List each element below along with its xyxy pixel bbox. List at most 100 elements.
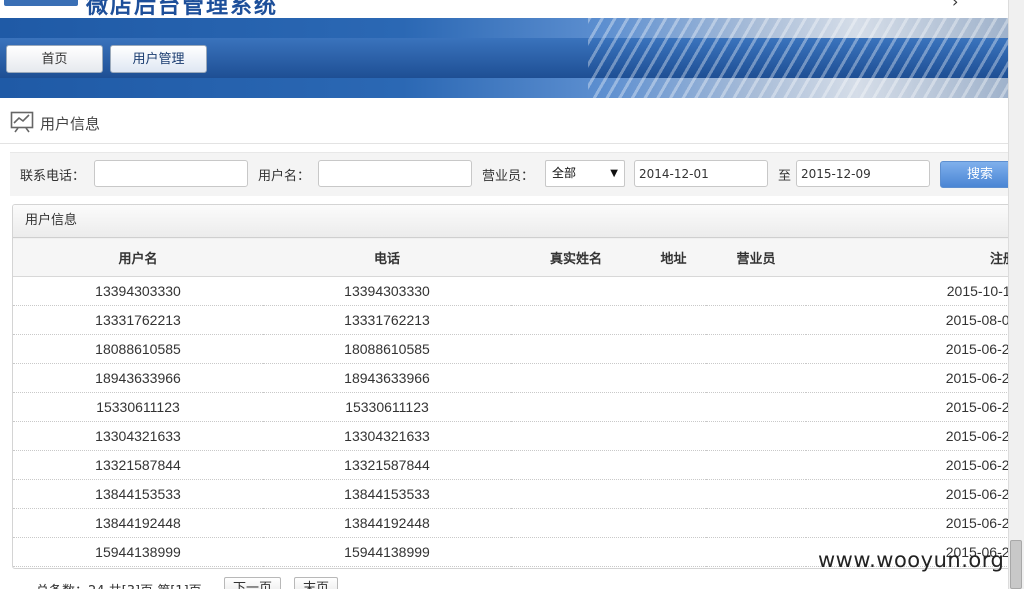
cell-phone: 18088610585	[263, 334, 511, 364]
table-row[interactable]: 1808861058518088610585 2015-06-29 1	[13, 334, 1015, 364]
user-table: 用户名 电话 真实姓名 地址 营业员 注册时 13394303330133943…	[13, 238, 1015, 567]
cell-real-name	[511, 450, 641, 480]
date-to-input[interactable]	[796, 160, 930, 187]
cell-username: 18088610585	[13, 334, 263, 364]
cell-real-name	[511, 508, 641, 538]
cell-phone: 15944138999	[263, 537, 511, 567]
dropdown-caret-icon: ▼	[610, 168, 618, 179]
cell-salesperson	[706, 276, 806, 306]
cell-phone: 15330611123	[263, 392, 511, 422]
cell-address	[641, 479, 706, 509]
page-scrollbar[interactable]	[1008, 0, 1024, 589]
cell-real-name	[511, 421, 641, 451]
cell-phone: 13304321633	[263, 421, 511, 451]
cell-registered: 2015-06-25 1	[806, 421, 1015, 451]
user-menu-icon[interactable]: ›	[952, 0, 958, 11]
column-header-username[interactable]: 用户名	[13, 238, 263, 277]
nav-tab-home[interactable]: 首页	[6, 45, 103, 73]
cell-address	[641, 392, 706, 422]
salesperson-select[interactable]: 全部 ▼	[545, 160, 625, 187]
last-page-button[interactable]: 末页	[294, 577, 339, 589]
cell-username: 13331762213	[13, 305, 263, 335]
cell-registered: 2015-06-25 1	[806, 392, 1015, 422]
logo-icon	[4, 0, 78, 6]
cell-salesperson	[706, 392, 806, 422]
date-range-separator: 至	[778, 169, 792, 184]
cell-salesperson	[706, 305, 806, 335]
cell-registered: 2015-06-29 1	[806, 334, 1015, 364]
watermark-text: www.wooyun.org	[818, 548, 1005, 572]
table-header-row: 用户名 电话 真实姓名 地址 营业员 注册时	[13, 238, 1015, 277]
date-from-input[interactable]	[634, 160, 768, 187]
cell-username: 15330611123	[13, 392, 263, 422]
cell-address	[641, 305, 706, 335]
cell-username: 15944138999	[13, 537, 263, 567]
cell-real-name	[511, 363, 641, 393]
phone-filter-label: 联系电话：	[20, 169, 86, 184]
section-header	[0, 98, 1008, 144]
cell-address	[641, 450, 706, 480]
next-page-button[interactable]: 下一页	[224, 577, 282, 589]
cell-username: 18943633966	[13, 363, 263, 393]
table-row[interactable]: 1339430333013394303330 2015-10-11 0	[13, 276, 1015, 306]
table-row[interactable]: 1384419244813844192448 2015-06-22 1	[13, 508, 1015, 538]
scrollbar-thumb[interactable]	[1010, 540, 1022, 589]
cell-registered: 2015-06-22 1	[806, 508, 1015, 538]
cell-registered: 2015-10-11 0	[806, 276, 1015, 306]
username-filter-input[interactable]	[318, 160, 472, 187]
cell-salesperson	[706, 334, 806, 364]
username-filter-label: 用户名：	[258, 169, 311, 184]
table-row[interactable]: 1333176221313331762213 2015-08-05 1	[13, 305, 1015, 335]
cell-phone: 13844153533	[263, 479, 511, 509]
cell-address	[641, 334, 706, 364]
column-header-real-name[interactable]: 真实姓名	[511, 238, 641, 277]
cell-phone: 13394303330	[263, 276, 511, 306]
cell-real-name	[511, 305, 641, 335]
cell-real-name	[511, 334, 641, 364]
table-row[interactable]: 1894363396618943633966 2015-06-29 0	[13, 363, 1015, 393]
cell-phone: 13331762213	[263, 305, 511, 335]
column-header-salesperson[interactable]: 营业员	[706, 238, 806, 277]
cell-username: 13844192448	[13, 508, 263, 538]
pager-summary: 总条数：24 共[3]页 第[1]页	[36, 580, 202, 589]
column-header-registered[interactable]: 注册时	[806, 238, 1015, 277]
cell-registered: 2015-06-22 1	[806, 479, 1015, 509]
cell-address	[641, 276, 706, 306]
top-header-strip: 微店后台管理系统 ›	[0, 0, 1008, 18]
cell-address	[641, 508, 706, 538]
salesperson-selected-value: 全部	[552, 166, 577, 180]
cell-phone: 18943633966	[263, 363, 511, 393]
banner-decoration	[588, 18, 1008, 98]
cell-username: 13304321633	[13, 421, 263, 451]
cell-registered: 2015-06-29 0	[806, 363, 1015, 393]
phone-filter-input[interactable]	[94, 160, 248, 187]
cell-address	[641, 421, 706, 451]
table-card-title: 用户信息	[13, 205, 1015, 238]
cell-address	[641, 363, 706, 393]
table-row[interactable]: 1533061112315330611123 2015-06-25 1	[13, 392, 1015, 422]
cell-phone: 13321587844	[263, 450, 511, 480]
cell-address	[641, 537, 706, 567]
column-header-address[interactable]: 地址	[641, 238, 706, 277]
nav-banner: 首页 用户管理	[0, 18, 1008, 98]
app-title: 微店后台管理系统	[86, 0, 279, 18]
cell-username: 13394303330	[13, 276, 263, 306]
cell-username: 13321587844	[13, 450, 263, 480]
cell-real-name	[511, 276, 641, 306]
cell-salesperson	[706, 421, 806, 451]
cell-real-name	[511, 537, 641, 567]
cell-phone: 13844192448	[263, 508, 511, 538]
table-row[interactable]: 1384415353313844153533 2015-06-22 1	[13, 479, 1015, 509]
cell-registered: 2015-08-05 1	[806, 305, 1015, 335]
chart-board-icon	[10, 111, 34, 133]
nav-tab-user-management[interactable]: 用户管理	[110, 45, 207, 73]
column-header-phone[interactable]: 电话	[263, 238, 511, 277]
user-table-card: 用户信息 用户名 电话 真实姓名 地址 营业员 注册时 133943033301…	[12, 204, 1016, 569]
cell-salesperson	[706, 508, 806, 538]
cell-salesperson	[706, 537, 806, 567]
section-title: 用户信息	[40, 115, 101, 133]
table-row[interactable]: 1330432163313304321633 2015-06-25 1	[13, 421, 1015, 451]
cell-registered: 2015-06-22 2	[806, 450, 1015, 480]
cell-real-name	[511, 392, 641, 422]
table-row[interactable]: 1332158784413321587844 2015-06-22 2	[13, 450, 1015, 480]
